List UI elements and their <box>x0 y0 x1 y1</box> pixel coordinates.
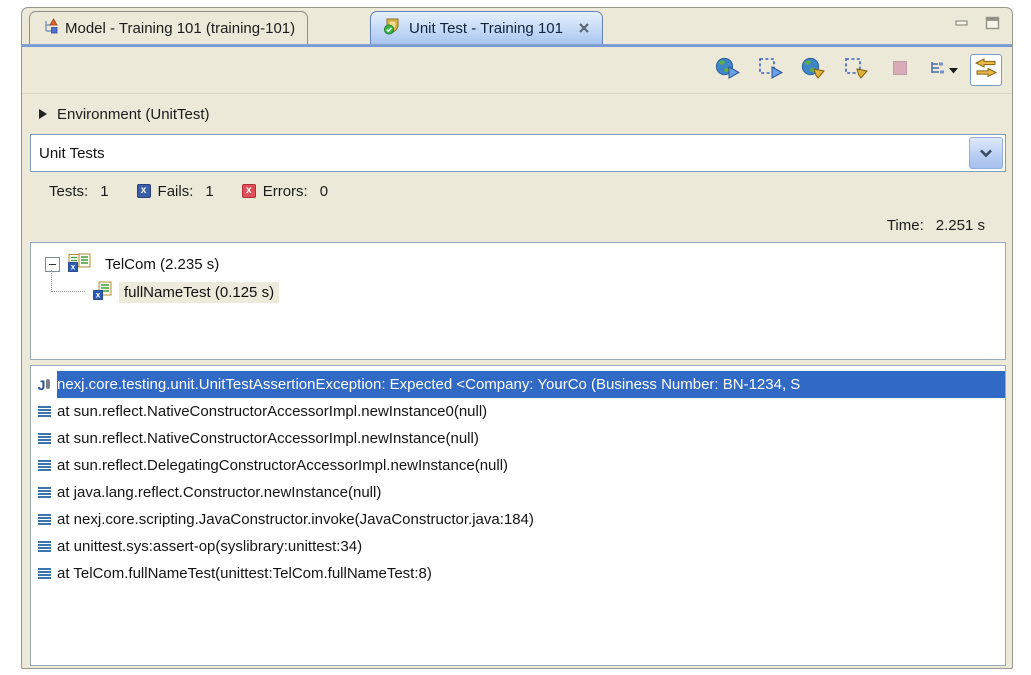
errors-icon: x <box>242 184 256 198</box>
svg-text:x: x <box>96 290 101 299</box>
errors-count: 0 <box>320 183 328 200</box>
fails-label: Fails: <box>158 183 194 200</box>
tab-unit-test-training-101[interactable]: Unit Test - Training 101 <box>370 11 603 44</box>
fails-icon: x <box>137 184 151 198</box>
tests-label: Tests: <box>49 183 88 200</box>
minimize-view-icon[interactable] <box>952 14 972 32</box>
stack-frame-icon <box>31 540 57 554</box>
stack-frame-row[interactable]: at sun.reflect.NativeConstructorAccessor… <box>31 398 1005 425</box>
run-selected-tests-button[interactable] <box>755 54 787 86</box>
link-with-editor-button[interactable] <box>970 54 1002 86</box>
test-selector-combo[interactable]: Unit Tests <box>30 134 1006 172</box>
stack-frame-icon <box>31 405 57 419</box>
stack-frame-row[interactable]: at sun.reflect.DelegatingConstructorAcce… <box>31 452 1005 479</box>
stack-frame-icon <box>31 486 57 500</box>
tree-row-telcom[interactable]: x TelCom (2.235 s) <box>31 250 1005 278</box>
stack-frame-row[interactable]: at unittest.sys:assert-op(syslibrary:uni… <box>31 533 1005 560</box>
stack-frame-row[interactable]: at nexj.core.scripting.JavaConstructor.i… <box>31 506 1005 533</box>
stack-frame-icon <box>31 513 57 527</box>
test-summary-row: Tests: 1 x Fails: 1 x Errors: 0 <box>22 174 1012 208</box>
stop-tests-button <box>884 54 916 86</box>
stack-frame-icon <box>31 432 57 446</box>
unit-test-view: Model - Training 101 (training-101) Unit… <box>21 7 1013 669</box>
tree-row-fullnametest[interactable]: x fullNameTest (0.125 s) <box>31 278 1005 306</box>
stack-frame-text: at TelCom.fullNameTest(unittest:TelCom.f… <box>57 565 432 582</box>
page: Model - Training 101 (training-101) Unit… <box>0 0 1031 675</box>
close-tab-icon[interactable] <box>578 22 590 34</box>
environment-header[interactable]: Environment (UnitTest) <box>22 98 1012 130</box>
stack-frame-text: at unittest.sys:assert-op(syslibrary:uni… <box>57 538 362 555</box>
java-exception-icon: J <box>31 378 57 392</box>
fails-count: 1 <box>205 183 213 200</box>
debug-unit-tests-button[interactable] <box>798 54 830 86</box>
stack-frame-text: at sun.reflect.NativeConstructorAccessor… <box>57 403 487 420</box>
exception-row[interactable]: J nexj.core.testing.unit.UnitTestAsserti… <box>31 371 1005 398</box>
tree-test-label: fullNameTest (0.125 s) <box>119 282 279 303</box>
view-window-controls <box>952 14 1002 32</box>
dropdown-arrow-icon <box>949 61 958 79</box>
globe-run-icon <box>715 57 741 84</box>
hierarchy-icon <box>929 60 947 81</box>
combo-dropdown-button[interactable] <box>969 137 1003 169</box>
time-label: Time: <box>887 217 924 234</box>
stack-frame-icon <box>31 567 57 581</box>
model-diagram-icon <box>42 18 58 38</box>
stack-frame-text: at sun.reflect.NativeConstructorAccessor… <box>57 430 479 447</box>
tree-connector <box>51 270 85 292</box>
stack-frame-text: at java.lang.reflect.Constructor.newInst… <box>57 484 381 501</box>
maximize-view-icon[interactable] <box>982 14 1002 32</box>
view-menu-button[interactable] <box>927 54 959 86</box>
debug-selected-tests-button[interactable] <box>841 54 873 86</box>
time-row: Time: 2.251 s <box>887 210 985 240</box>
time-value: 2.251 s <box>936 217 985 234</box>
exception-message: nexj.core.testing.unit.UnitTestAssertion… <box>57 371 1005 398</box>
stop-icon <box>892 60 908 81</box>
globe-debug-icon <box>801 57 827 84</box>
selection-debug-icon <box>844 57 870 84</box>
tab-bar: Model - Training 101 (training-101) Unit… <box>22 8 1012 44</box>
stack-frame-text: at nexj.core.scripting.JavaConstructor.i… <box>57 511 534 528</box>
test-results-tree: x TelCom (2.235 s) x fullNameTest (0.125… <box>30 242 1006 360</box>
tests-count: 1 <box>100 183 108 200</box>
stack-frame-text: at sun.reflect.DelegatingConstructorAcce… <box>57 457 508 474</box>
selection-run-icon <box>758 57 784 84</box>
run-unit-tests-button[interactable] <box>712 54 744 86</box>
tree-suite-label: TelCom (2.235 s) <box>100 254 224 275</box>
errors-label: Errors: <box>263 183 308 200</box>
swap-arrows-icon <box>974 58 998 83</box>
combo-value: Unit Tests <box>31 145 969 162</box>
test-case-icon: x <box>93 281 113 304</box>
stack-trace-panel: J nexj.core.testing.unit.UnitTestAsserti… <box>30 365 1006 666</box>
unit-test-shield-icon <box>383 18 402 39</box>
stack-frame-row[interactable]: at java.lang.reflect.Constructor.newInst… <box>31 479 1005 506</box>
unit-test-toolbar <box>22 47 1012 94</box>
stack-frame-row[interactable]: at sun.reflect.NativeConstructorAccessor… <box>31 425 1005 452</box>
stack-frame-icon <box>31 459 57 473</box>
environment-label: Environment (UnitTest) <box>57 106 210 123</box>
tab-model-training-101[interactable]: Model - Training 101 (training-101) <box>29 11 308 44</box>
expander-collapsed-icon[interactable] <box>39 109 47 119</box>
tab-label: Model - Training 101 (training-101) <box>65 20 295 37</box>
tab-label: Unit Test - Training 101 <box>409 20 563 37</box>
chevron-down-icon <box>979 149 993 158</box>
stack-frame-row[interactable]: at TelCom.fullNameTest(unittest:TelCom.f… <box>31 560 1005 587</box>
